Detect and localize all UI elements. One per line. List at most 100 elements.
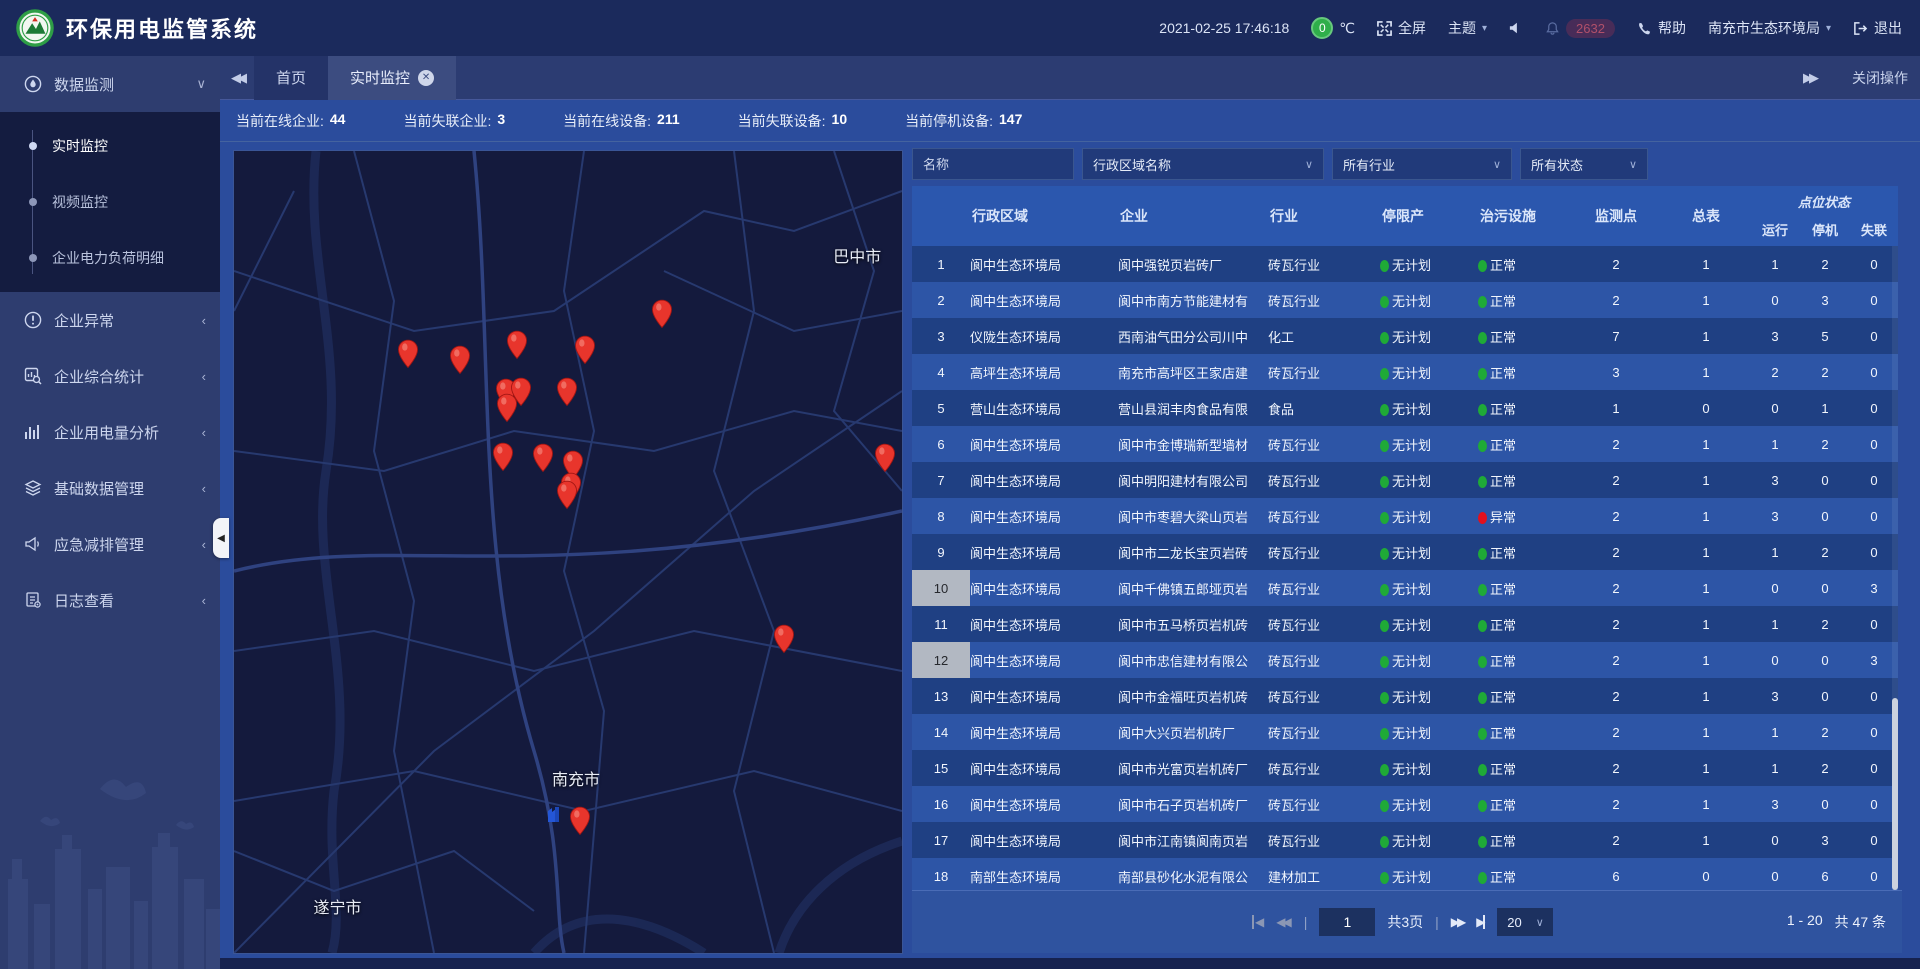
table-rows-host: 1 阆中生态环境局 阆中强锐页岩砖厂 砖瓦行业 无计划 正常 2 1 1 2 0… [912, 246, 1898, 890]
table-row[interactable]: 2 阆中生态环境局 阆中市南方节能建材有 砖瓦行业 无计划 正常 2 1 0 3… [912, 282, 1898, 318]
row-run-cell: 1 [1750, 725, 1800, 740]
first-page-button[interactable]: ◀ [1252, 915, 1264, 929]
sidebar-item-power-analysis[interactable]: 企业用电量分析 ‹ [0, 404, 220, 460]
table-row[interactable]: 18 南部生态环境局 南部县砂化水泥有限公 建材加工 无计划 正常 6 0 0 … [912, 858, 1898, 890]
page-size-select[interactable]: 20 ∨ [1497, 908, 1553, 936]
row-index-cell: 8 [912, 498, 970, 534]
map-pin-icon[interactable] [397, 339, 419, 368]
row-meter-cell: 1 [1662, 257, 1750, 272]
sidebar-item-power-load-detail[interactable]: 企业电力负荷明细 [0, 230, 220, 286]
row-industry-cell: 砖瓦行业 [1268, 723, 1380, 742]
table-row[interactable]: 13 阆中生态环境局 阆中市金福旺页岩机砖 砖瓦行业 无计划 正常 2 1 3 … [912, 678, 1898, 714]
row-lost-cell: 0 [1850, 869, 1898, 884]
sidebar-item-realtime-monitor[interactable]: 实时监控 [0, 118, 220, 174]
theme-dropdown[interactable]: 主题 ▾ [1448, 18, 1487, 38]
tab-bar: ◀◀ 首页 实时监控 ✕ ▶▶ 关闭操作 [220, 56, 1920, 100]
row-index-cell: 14 [912, 714, 970, 750]
map-pin-icon[interactable] [506, 330, 528, 359]
last-page-button[interactable]: ▶ [1476, 915, 1485, 929]
table-row[interactable]: 15 阆中生态环境局 阆中市光富页岩机砖厂 砖瓦行业 无计划 正常 2 1 1 … [912, 750, 1898, 786]
row-stop-cell: 6 [1800, 869, 1850, 884]
row-run-cell: 0 [1750, 293, 1800, 308]
table-row[interactable]: 8 阆中生态环境局 阆中市枣碧大梁山页岩 砖瓦行业 无计划 异常 2 1 3 0… [912, 498, 1898, 534]
table-row[interactable]: 14 阆中生态环境局 阆中大兴页岩机砖厂 砖瓦行业 无计划 正常 2 1 1 2… [912, 714, 1898, 750]
page-number-input[interactable] [1319, 908, 1375, 936]
row-lost-cell: 0 [1850, 365, 1898, 380]
table-row[interactable]: 1 阆中生态环境局 阆中强锐页岩砖厂 砖瓦行业 无计划 正常 2 1 1 2 0 [912, 246, 1898, 282]
row-points-cell: 1 [1570, 401, 1662, 416]
sidebar-item-data-monitor[interactable]: 数据监测 ∨ [0, 56, 220, 112]
row-stop-cell: 0 [1800, 689, 1850, 704]
table-scrollbar-thumb[interactable] [1892, 698, 1898, 890]
tabs-scroll-right-button[interactable]: ▶▶ [1792, 70, 1826, 86]
sidebar-item-company-abnormal[interactable]: 企业异常 ‹ [0, 292, 220, 348]
tab-realtime-monitor[interactable]: 实时监控 ✕ [328, 56, 456, 100]
sidebar-item-log-view[interactable]: 日志查看 ‹ [0, 572, 220, 628]
city-skyline-decoration [0, 729, 220, 969]
table-row[interactable]: 7 阆中生态环境局 阆中明阳建材有限公司 砖瓦行业 无计划 正常 2 1 3 0… [912, 462, 1898, 498]
row-run-cell: 1 [1750, 545, 1800, 560]
map-pin-icon[interactable] [556, 377, 578, 406]
table-row[interactable]: 12 阆中生态环境局 阆中市忠信建材有限公 砖瓦行业 无计划 正常 2 1 0 … [912, 642, 1898, 678]
notifications[interactable]: 2632 [1545, 19, 1615, 38]
cluster-marker-icon[interactable] [545, 803, 561, 823]
col-header-region: 行政区域 [970, 186, 1118, 246]
org-dropdown[interactable]: 南充市生态环境局 ▾ [1708, 18, 1831, 38]
row-meter-cell: 1 [1662, 617, 1750, 632]
logout-button[interactable]: 退出 [1853, 18, 1902, 38]
help-button[interactable]: 帮助 [1637, 18, 1686, 38]
row-facility-cell: 正常 [1478, 543, 1570, 562]
sidebar-item-label: 基础数据管理 [54, 478, 202, 499]
map-pin-icon[interactable] [874, 444, 896, 473]
table-row[interactable]: 5 营山生态环境局 营山县润丰肉食品有限 食品 无计划 正常 1 0 0 1 0 [912, 390, 1898, 426]
map-pin-icon[interactable] [449, 345, 471, 374]
city-label: 南充市 [552, 766, 600, 790]
chevron-left-icon: ◀ [217, 533, 225, 544]
col-header-lost: 失联 [1850, 213, 1898, 246]
table-row[interactable]: 11 阆中生态环境局 阆中市五马桥页岩机砖 砖瓦行业 无计划 正常 2 1 1 … [912, 606, 1898, 642]
map-pin-icon[interactable] [651, 299, 673, 328]
row-index-cell: 18 [912, 858, 970, 890]
sidebar-collapse-handle[interactable]: ◀ [213, 518, 229, 558]
sidebar-item-company-statistics[interactable]: 企业综合统计 ‹ [0, 348, 220, 404]
table-row[interactable]: 9 阆中生态环境局 阆中市二龙长宝页岩砖 砖瓦行业 无计划 正常 2 1 1 2… [912, 534, 1898, 570]
map-pin-icon[interactable] [569, 806, 591, 835]
prev-page-button[interactable]: ◀◀ [1276, 915, 1291, 929]
table-row[interactable]: 3 仪陇生态环境局 西南油气田分公司川中 化工 无计划 正常 7 1 3 5 0 [912, 318, 1898, 354]
next-page-button[interactable]: ▶▶ [1451, 915, 1466, 929]
row-limit-cell: 无计划 [1380, 399, 1478, 418]
map-pin-icon[interactable] [574, 335, 596, 364]
close-operations-button[interactable]: 关闭操作 [1852, 68, 1908, 88]
tabs-scroll-left-button[interactable]: ◀◀ [220, 70, 254, 86]
table-row[interactable]: 4 高坪生态环境局 南充市高坪区王家店建 砖瓦行业 无计划 正常 3 1 2 2… [912, 354, 1898, 390]
sidebar-item-video-monitor[interactable]: 视频监控 [0, 174, 220, 230]
row-limit-cell: 无计划 [1380, 291, 1478, 310]
table-scrollbar-track[interactable] [1892, 246, 1898, 890]
sidebar-item-emergency-reduction[interactable]: 应急减排管理 ‹ [0, 516, 220, 572]
row-industry-cell: 食品 [1268, 399, 1380, 418]
close-tab-icon[interactable]: ✕ [418, 70, 434, 86]
table-row[interactable]: 17 阆中生态环境局 阆中市江南镇阆南页岩 砖瓦行业 无计划 正常 2 1 0 … [912, 822, 1898, 858]
name-filter-input[interactable] [912, 148, 1074, 180]
status-filter-select[interactable]: 所有状态 ∨ [1520, 148, 1648, 180]
speaker-muted-icon[interactable] [1509, 21, 1523, 35]
map-pin-icon[interactable] [532, 444, 554, 473]
region-filter-select[interactable]: 行政区域名称 ∨ [1082, 148, 1324, 180]
sidebar-item-base-data[interactable]: 基础数据管理 ‹ [0, 460, 220, 516]
map-pin-icon[interactable] [556, 480, 578, 509]
fullscreen-button[interactable]: 全屏 [1377, 18, 1426, 38]
table-row[interactable]: 10 阆中生态环境局 阆中千佛镇五郎垭页岩 砖瓦行业 无计划 正常 2 1 0 … [912, 570, 1898, 606]
industry-filter-select[interactable]: 所有行业 ∨ [1332, 148, 1512, 180]
map-pin-icon[interactable] [492, 442, 514, 471]
row-company-cell: 阆中市忠信建材有限公 [1118, 651, 1268, 670]
limit-status-dot [1380, 728, 1389, 740]
limit-status-dot [1380, 872, 1389, 884]
map-panel[interactable]: 巴中市 南充市 遂宁市 [233, 150, 903, 954]
map-pin-icon[interactable] [773, 624, 795, 653]
table-row[interactable]: 6 阆中生态环境局 阆中市金博瑞新型墙材 砖瓦行业 无计划 正常 2 1 1 2… [912, 426, 1898, 462]
facility-status-dot [1478, 800, 1487, 812]
tab-home[interactable]: 首页 [254, 56, 328, 100]
table-row[interactable]: 16 阆中生态环境局 阆中市石子页岩机砖厂 砖瓦行业 无计划 正常 2 1 3 … [912, 786, 1898, 822]
map-pin-icon[interactable] [496, 394, 518, 423]
row-industry-cell: 砖瓦行业 [1268, 471, 1380, 490]
